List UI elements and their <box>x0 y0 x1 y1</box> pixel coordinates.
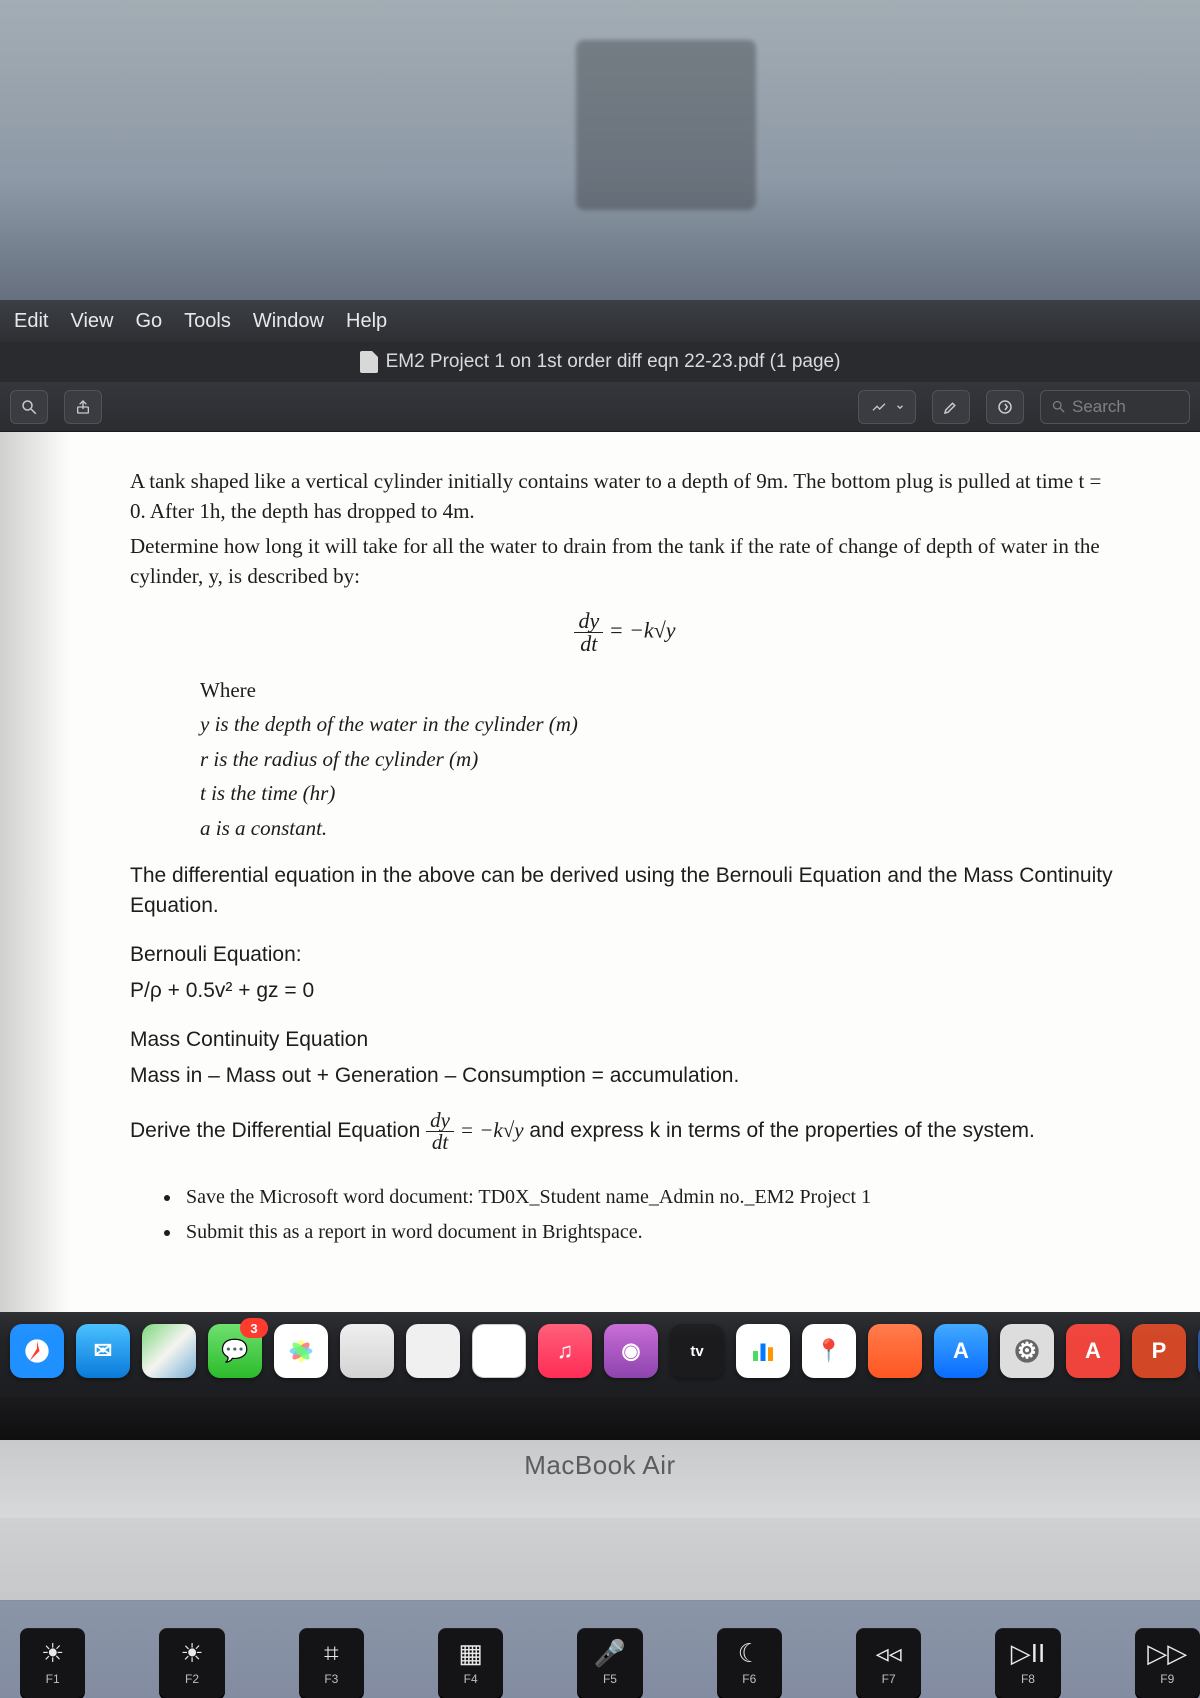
menu-help[interactable]: Help <box>346 310 387 333</box>
pdf-page: A tank shaped like a vertical cylinder i… <box>0 432 1200 1312</box>
list-item: Save the Microsoft word document: TD0X_S… <box>182 1183 1120 1212</box>
derivation-text: Bernouli Equation: <box>130 940 1120 970</box>
markup-dropdown[interactable] <box>858 390 916 424</box>
dock-music-icon[interactable]: ♫ <box>538 1324 592 1378</box>
dock-podcasts-icon[interactable]: ◉ <box>604 1324 658 1378</box>
key-f2[interactable]: ☀︎F2 <box>159 1628 224 1698</box>
dock-app-icon[interactable] <box>472 1324 526 1378</box>
bullet-list: Save the Microsoft word document: TD0X_S… <box>182 1183 1120 1247</box>
key-f3[interactable]: ⌗F3 <box>299 1628 364 1698</box>
derivation-text: P/ρ + 0.5v² + gz = 0 <box>130 976 1120 1006</box>
dock-messages-icon[interactable]: 💬 <box>208 1324 262 1378</box>
dock-mail-icon[interactable]: ✉︎ <box>76 1324 130 1378</box>
list-item: Submit this as a report in word document… <box>182 1218 1120 1247</box>
search-field[interactable]: Search <box>1040 390 1190 424</box>
where-line: r is the radius of the cylinder (m) <box>200 744 1120 774</box>
key-f1[interactable]: ☀︎F1 <box>20 1628 85 1698</box>
laptop-screen: Edit View Go Tools Window Help EM2 Proje… <box>0 300 1200 1600</box>
window-title-text: EM2 Project 1 on 1st order diff eqn 22-2… <box>386 351 841 373</box>
menu-tools[interactable]: Tools <box>184 310 231 333</box>
dock-settings-icon[interactable]: ⚙︎ <box>1000 1324 1054 1378</box>
highlight-button[interactable] <box>932 390 970 424</box>
derivation-text: Mass Continuity Equation <box>130 1025 1120 1055</box>
dock-numbers-icon[interactable] <box>736 1324 790 1378</box>
preview-toolbar: Search <box>0 382 1200 432</box>
paragraph: Determine how long it will take for all … <box>130 531 1120 592</box>
derivation-text: The differential equation in the above c… <box>130 861 1120 922</box>
menu-go[interactable]: Go <box>135 310 162 333</box>
paragraph: A tank shaped like a vertical cylinder i… <box>130 466 1120 527</box>
where-line: a is a constant. <box>200 813 1120 843</box>
keyboard-deck: ☀︎F1 ☀︎F2 ⌗F3 ▦F4 🎤F5 ☾F6 ◃◃F7 ▷IIF8 ▷▷F… <box>0 1518 1200 1600</box>
dock-maps-icon[interactable] <box>142 1324 196 1378</box>
rotate-button[interactable] <box>986 390 1024 424</box>
zoom-button[interactable] <box>10 390 48 424</box>
function-key-row: ☀︎F1 ☀︎F2 ⌗F3 ▦F4 🎤F5 ☾F6 ◃◃F7 ▷IIF8 ▷▷F… <box>20 1628 1200 1698</box>
window-titlebar: EM2 Project 1 on 1st order diff eqn 22-2… <box>0 342 1200 382</box>
where-line: y is the depth of the water in the cylin… <box>200 709 1120 739</box>
key-f8[interactable]: ▷IIF8 <box>995 1628 1060 1698</box>
key-f5[interactable]: 🎤F5 <box>577 1628 642 1698</box>
key-f9[interactable]: ▷▷F9 <box>1135 1628 1200 1698</box>
ambient-background <box>0 0 1200 300</box>
menu-view[interactable]: View <box>70 310 113 333</box>
where-heading: Where <box>200 675 1120 705</box>
menu-edit[interactable]: Edit <box>14 310 48 333</box>
dock-photos-icon[interactable] <box>274 1324 328 1378</box>
mac-menubar: Edit View Go Tools Window Help <box>0 300 1200 342</box>
dock-anydesk-icon[interactable]: A <box>1066 1324 1120 1378</box>
menu-window[interactable]: Window <box>253 310 324 333</box>
share-button[interactable] <box>64 390 102 424</box>
search-placeholder: Search <box>1072 397 1126 417</box>
key-f4[interactable]: ▦F4 <box>438 1628 503 1698</box>
file-icon <box>360 351 378 373</box>
equation: dydt = −k√y <box>130 610 1120 655</box>
dock-app-icon[interactable]: 📍 <box>802 1324 856 1378</box>
document-viewport[interactable]: A tank shaped like a vertical cylinder i… <box>0 432 1200 1312</box>
where-line: t is the time (hr) <box>200 778 1120 808</box>
key-f7[interactable]: ◃◃F7 <box>856 1628 921 1698</box>
dock-appstore-icon[interactable]: A <box>934 1324 988 1378</box>
dock-app-icon[interactable] <box>868 1324 922 1378</box>
derivation-text: Mass in – Mass out + Generation – Consum… <box>130 1061 1120 1091</box>
dock-powerpoint-icon[interactable]: P <box>1132 1324 1186 1378</box>
dock-safari-icon[interactable] <box>10 1324 64 1378</box>
key-f6[interactable]: ☾F6 <box>717 1628 782 1698</box>
laptop-brand-label: MacBook Air <box>0 1450 1200 1481</box>
dock-app-icon[interactable] <box>340 1324 394 1378</box>
derivation-text: Derive the Differential Equation dydt = … <box>130 1110 1120 1153</box>
macos-dock: ✉︎ 💬 ♫ ◉ tv 📍 A ⚙︎ A P W X <box>0 1312 1200 1398</box>
dock-app-icon[interactable] <box>406 1324 460 1378</box>
dock-tv-icon[interactable]: tv <box>670 1324 724 1378</box>
